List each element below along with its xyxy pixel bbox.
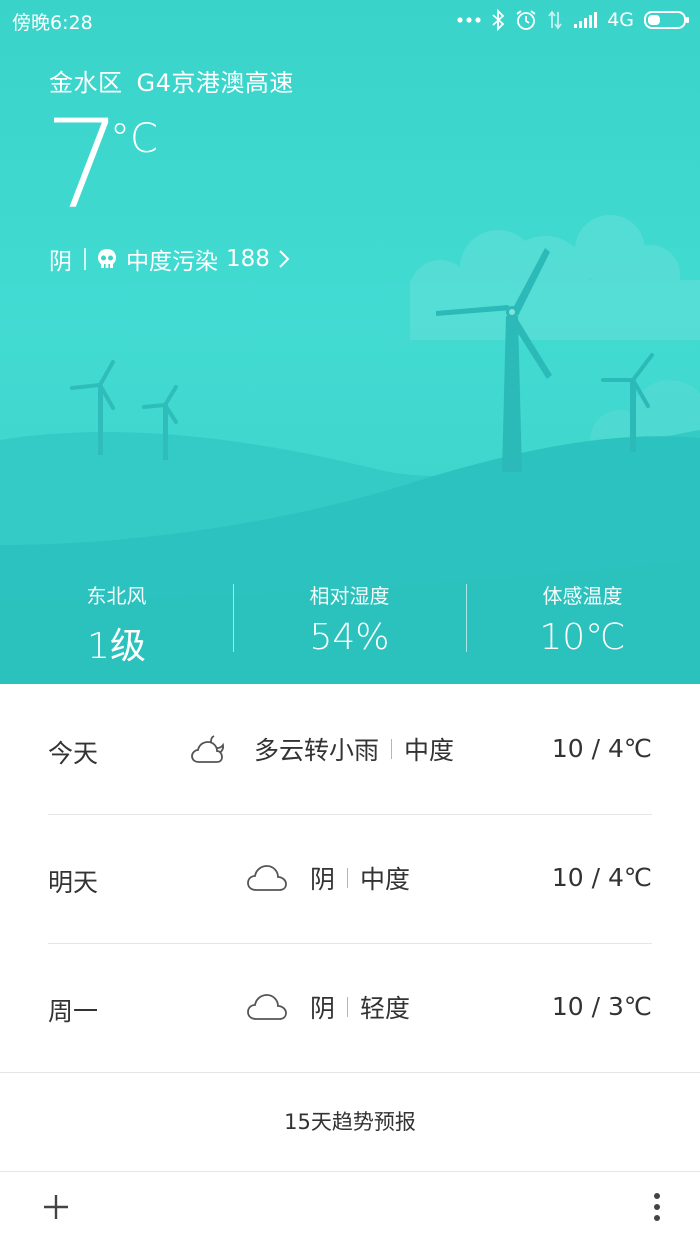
forecast-day: 明天 xyxy=(48,868,99,897)
forecast-temp-range: 10 / 4℃ xyxy=(551,734,652,763)
forecast-air-quality: 轻度 xyxy=(360,994,411,1023)
forecast-condition-text: 阴 xyxy=(310,994,336,1023)
cloud-icon xyxy=(246,863,288,893)
alarm-icon xyxy=(515,9,537,31)
forecast-air-quality: 中度 xyxy=(360,865,411,894)
forecast-temp-range: 10 / 4℃ xyxy=(551,863,652,892)
forecast-temp-range: 10 / 3℃ xyxy=(551,992,652,1021)
divider xyxy=(391,739,393,759)
more-options-button[interactable] xyxy=(642,1187,672,1227)
current-temperature: 7 xyxy=(44,94,122,236)
stat-label: 体感温度 xyxy=(542,584,623,608)
battery-icon xyxy=(644,10,690,30)
dots-icon xyxy=(457,16,481,24)
air-quality-link[interactable]: 阴 中度污染 188 xyxy=(49,242,290,276)
stat-label: 相对湿度 xyxy=(309,584,390,608)
stat-label: 东北风 xyxy=(86,584,147,608)
forecast-day: 今天 xyxy=(48,739,99,768)
forecast-condition-text: 多云转小雨 xyxy=(254,736,380,765)
weather-hero: 傍晚6:28 4G 金水区 G4京港澳高速 7 °C 阴 中度污染 188 东北… xyxy=(0,0,700,684)
stat-humidity: 相对湿度 54% xyxy=(233,574,466,658)
stat-wind: 东北风 1级 xyxy=(0,574,233,669)
chevron-right-icon xyxy=(278,249,290,269)
temperature-unit: °C xyxy=(110,116,158,162)
bluetooth-icon xyxy=(491,9,505,31)
forecast-air-quality: 中度 xyxy=(404,736,455,765)
forecast-condition-text: 阴 xyxy=(310,865,336,894)
status-time: 傍晚6:28 xyxy=(12,12,93,34)
current-condition: 阴 xyxy=(49,249,72,275)
status-icons: 4G xyxy=(457,6,690,34)
bottom-bar xyxy=(0,1171,700,1244)
forecast-row-tomorrow[interactable]: 明天 阴 中度 10 / 4℃ xyxy=(48,815,652,943)
stat-value: 10℃ xyxy=(539,617,626,658)
weather-stats: 东北风 1级 相对湿度 54% 体感温度 10℃ xyxy=(0,574,700,667)
forecast-row-monday[interactable]: 周一 阴 轻度 10 / 3℃ xyxy=(48,944,652,1072)
cloud-icon xyxy=(246,992,288,1022)
divider xyxy=(347,868,349,888)
add-city-button[interactable] xyxy=(36,1187,76,1227)
pollution-label: 中度污染 xyxy=(126,249,218,275)
forecast-day: 周一 xyxy=(48,997,99,1026)
15-day-forecast-link[interactable]: 15天趋势预报 xyxy=(0,1072,700,1172)
data-arrows-icon xyxy=(547,10,563,30)
network-type: 4G xyxy=(607,9,634,31)
stat-feels-like: 体感温度 10℃ xyxy=(466,574,699,658)
forecast-condition: 多云转小雨 中度 xyxy=(190,728,454,770)
stat-value: 1级 xyxy=(87,626,146,667)
forecast-row-today[interactable]: 今天 多云转小雨 中度 10 / 4℃ xyxy=(48,686,652,814)
plus-icon xyxy=(44,1195,68,1219)
divider xyxy=(347,997,349,1017)
location-title[interactable]: 金水区 G4京港澳高速 xyxy=(49,63,294,98)
cloud-moon-icon xyxy=(190,732,232,766)
divider xyxy=(84,248,86,270)
signal-icon xyxy=(573,11,598,29)
forecast-condition: 阴 中度 xyxy=(246,857,410,899)
forecast-condition: 阴 轻度 xyxy=(246,986,410,1028)
location-district: 金水区 xyxy=(49,69,123,97)
location-road: G4京港澳高速 xyxy=(136,69,294,97)
aqi-value: 188 xyxy=(226,246,270,272)
stat-value: 54% xyxy=(309,617,390,658)
skull-icon xyxy=(96,248,118,270)
status-bar: 傍晚6:28 4G xyxy=(0,0,700,40)
more-vertical-icon xyxy=(654,1193,660,1221)
